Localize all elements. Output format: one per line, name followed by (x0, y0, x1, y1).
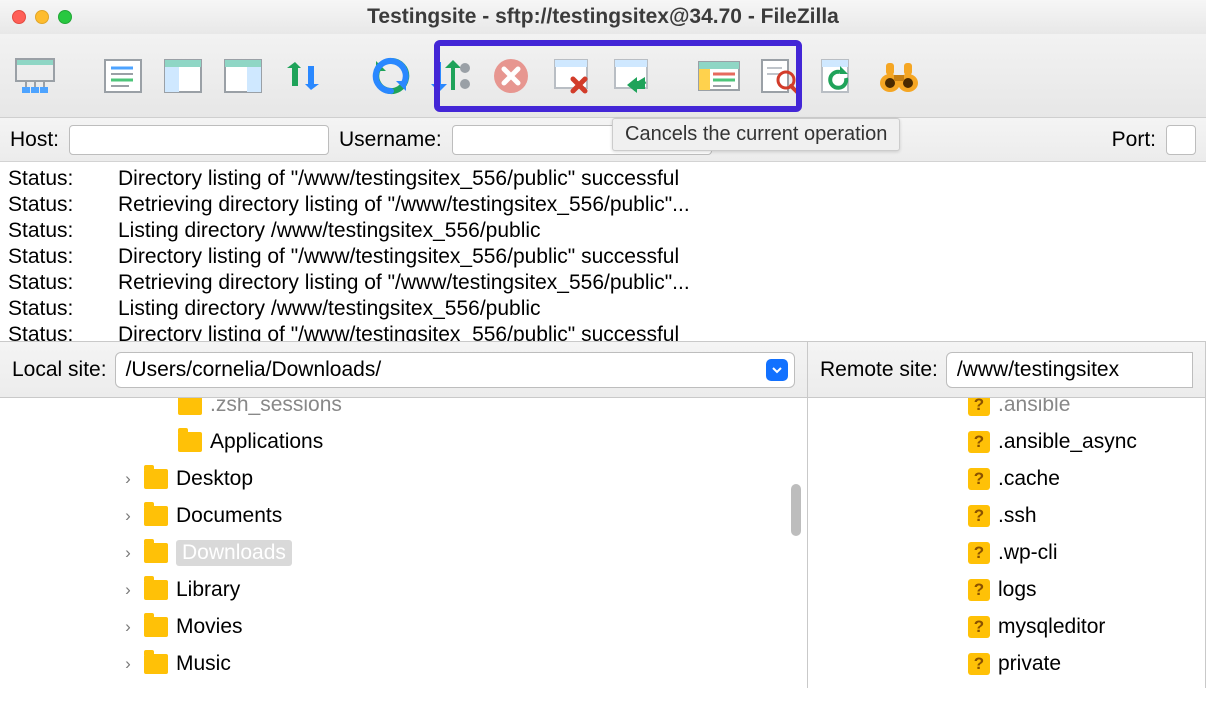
titlebar: Testingsite - sftp://testingsitex@34.70 … (0, 0, 1206, 34)
unknown-folder-icon: ? (968, 653, 990, 675)
toolbar: Cancels the current operation (0, 34, 1206, 118)
tree-item[interactable]: .zsh_sessions (0, 398, 807, 423)
folder-icon (144, 617, 168, 637)
port-input[interactable] (1166, 125, 1196, 155)
unknown-folder-icon: ? (968, 579, 990, 601)
log-line: Status:Retrieving directory listing of "… (8, 270, 1198, 296)
window-title: Testingsite - sftp://testingsitex@34.70 … (0, 5, 1206, 29)
scrollbar-thumb[interactable] (791, 484, 801, 536)
tree-item[interactable]: ›Library (0, 571, 807, 608)
log-line: Status:Retrieving directory listing of "… (8, 192, 1198, 218)
tree-item[interactable]: ›Documents (0, 497, 807, 534)
folder-icon (144, 580, 168, 600)
folder-icon (144, 543, 168, 563)
tree-item[interactable]: ?.wp-cli (808, 534, 1205, 571)
port-label: Port: (1112, 128, 1156, 152)
reconnect-button[interactable] (604, 49, 658, 103)
binoculars-button[interactable] (872, 49, 926, 103)
unknown-folder-icon: ? (968, 616, 990, 638)
chevron-right-icon[interactable]: › (120, 617, 136, 637)
remote-tree[interactable]: ?.ansible ?.ansible_async ?.cache ?.ssh … (808, 398, 1205, 688)
cancel-button[interactable] (484, 49, 538, 103)
remote-site-path: /www/testingsitex (957, 358, 1119, 382)
unknown-folder-icon: ? (968, 542, 990, 564)
remote-site-label: Remote site: (820, 358, 938, 382)
tree-item[interactable]: Applications (0, 423, 807, 460)
unknown-folder-icon: ? (968, 505, 990, 527)
tree-item[interactable]: ?private (808, 645, 1205, 682)
disconnect-button[interactable] (544, 49, 598, 103)
refresh-button[interactable] (364, 49, 418, 103)
tree-item[interactable]: ?mysqleditor (808, 608, 1205, 645)
remote-site-bar: Remote site: /www/testingsitex (808, 342, 1205, 398)
unknown-folder-icon: ? (968, 468, 990, 490)
tree-item[interactable]: ?.cache (808, 460, 1205, 497)
toggle-log-button[interactable] (96, 49, 150, 103)
chevron-right-icon[interactable]: › (120, 580, 136, 600)
synchronized-browsing-button[interactable] (276, 49, 330, 103)
site-manager-button[interactable] (8, 49, 62, 103)
folder-icon (144, 506, 168, 526)
log-line: Status:Listing directory /www/testingsit… (8, 218, 1198, 244)
local-site-label: Local site: (12, 358, 107, 382)
maximize-window-button[interactable] (58, 10, 72, 24)
directory-compare-button[interactable] (692, 49, 746, 103)
remote-pane: Remote site: /www/testingsitex ?.ansible… (808, 342, 1206, 688)
tree-item[interactable]: ›Movies (0, 608, 807, 645)
chevron-right-icon[interactable]: › (120, 506, 136, 526)
toggle-local-tree-button[interactable] (156, 49, 210, 103)
folder-icon (144, 469, 168, 489)
chevron-down-icon (766, 359, 788, 381)
folder-icon (178, 432, 202, 452)
auto-sync-button[interactable] (812, 49, 866, 103)
file-search-button[interactable] (752, 49, 806, 103)
chevron-right-icon[interactable]: › (120, 654, 136, 674)
host-input[interactable] (69, 125, 329, 155)
tree-item[interactable]: ?.ansible_async (808, 423, 1205, 460)
folder-icon (144, 654, 168, 674)
log-line: Status:Directory listing of "/www/testin… (8, 244, 1198, 270)
chevron-right-icon[interactable]: › (120, 469, 136, 489)
unknown-folder-icon: ? (968, 431, 990, 453)
tree-item[interactable]: ?.ssh (808, 497, 1205, 534)
tree-item[interactable]: ›Music (0, 645, 807, 682)
local-site-path: /Users/cornelia/Downloads/ (126, 358, 382, 382)
process-queue-button[interactable] (424, 49, 478, 103)
tree-item[interactable]: ?logs (808, 571, 1205, 608)
unknown-folder-icon: ? (968, 398, 990, 416)
log-line: Status:Listing directory /www/testingsit… (8, 296, 1198, 322)
file-panes: Local site: /Users/cornelia/Downloads/ .… (0, 342, 1206, 688)
toggle-remote-tree-button[interactable] (216, 49, 270, 103)
local-tree[interactable]: .zsh_sessions Applications ›Desktop ›Doc… (0, 398, 807, 688)
local-site-dropdown[interactable]: /Users/cornelia/Downloads/ (115, 352, 795, 388)
local-site-bar: Local site: /Users/cornelia/Downloads/ (0, 342, 807, 398)
log-line: Status:Directory listing of "/www/testin… (8, 166, 1198, 192)
folder-icon (178, 398, 202, 415)
chevron-right-icon[interactable]: › (120, 543, 136, 563)
remote-site-dropdown[interactable]: /www/testingsitex (946, 352, 1193, 388)
tree-item-selected[interactable]: ›Downloads (0, 534, 807, 571)
traffic-lights (12, 10, 72, 24)
username-label: Username: (339, 128, 442, 152)
quickconnect-bar: Host: Username: Port: (0, 118, 1206, 162)
minimize-window-button[interactable] (35, 10, 49, 24)
log-line: Status:Directory listing of "/www/testin… (8, 322, 1198, 342)
tree-item[interactable]: ?.ansible (808, 398, 1205, 423)
host-label: Host: (10, 128, 59, 152)
close-window-button[interactable] (12, 10, 26, 24)
tree-item[interactable]: ›Desktop (0, 460, 807, 497)
log-pane[interactable]: Status:Directory listing of "/www/testin… (0, 162, 1206, 342)
tooltip: Cancels the current operation (612, 118, 900, 151)
local-pane: Local site: /Users/cornelia/Downloads/ .… (0, 342, 808, 688)
